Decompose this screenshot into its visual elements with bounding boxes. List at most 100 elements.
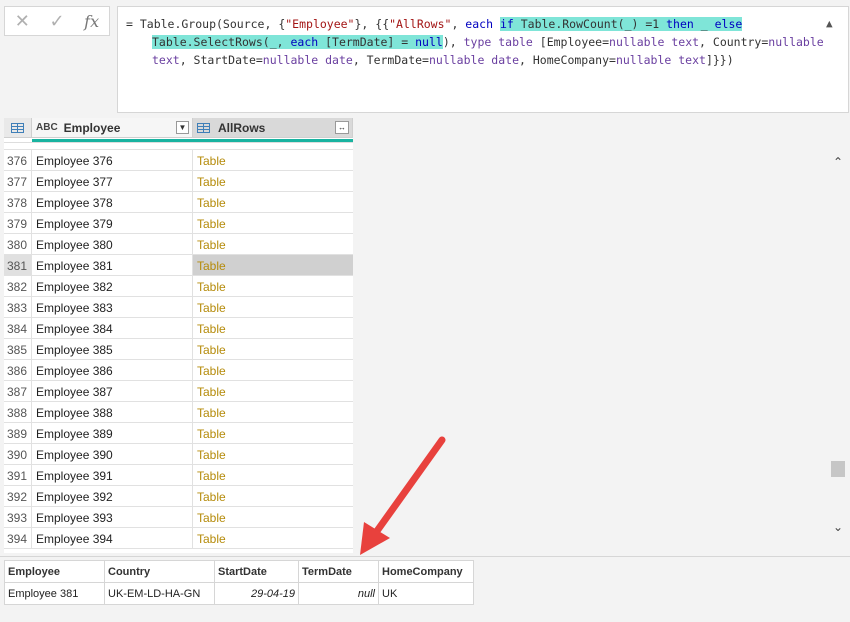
scroll-up-icon[interactable]: ⌃ — [829, 155, 847, 171]
allrows-table-link[interactable]: Table — [193, 402, 353, 422]
table-row[interactable]: 378 Employee 378 Table — [4, 192, 353, 213]
employee-cell[interactable]: Employee 378 — [32, 192, 193, 212]
column-header-employee[interactable]: ABC Employee ▼ — [32, 118, 193, 137]
allrows-table-link[interactable]: Table — [193, 276, 353, 296]
vertical-scrollbar[interactable]: ⌃ ⌄ — [829, 150, 847, 540]
table-row[interactable]: 381 Employee 381 Table — [4, 255, 353, 276]
row-number[interactable]: 380 — [4, 234, 32, 254]
allrows-table-link[interactable]: Table — [193, 150, 353, 170]
code-type: nullable date — [428, 53, 519, 67]
formula-bar[interactable]: = Table.Group(Source, {"Employee"}, {{"A… — [117, 6, 849, 113]
table-row[interactable]: 392 Employee 392 Table — [4, 486, 353, 507]
row-number[interactable]: 392 — [4, 486, 32, 506]
row-number[interactable]: 394 — [4, 528, 32, 548]
allrows-table-link[interactable]: Table — [193, 423, 353, 443]
employee-cell[interactable]: Employee 394 — [32, 528, 193, 548]
allrows-table-link[interactable]: Table — [193, 444, 353, 464]
table-row[interactable]: 394 Employee 394 Table — [4, 528, 353, 549]
table-row[interactable]: 382 Employee 382 Table — [4, 276, 353, 297]
employee-cell[interactable]: Employee 392 — [32, 486, 193, 506]
allrows-table-link[interactable]: Table — [193, 213, 353, 233]
code-token: , TermDate= — [352, 53, 429, 67]
allrows-table-link[interactable]: Table — [193, 234, 353, 254]
row-number[interactable]: 384 — [4, 318, 32, 338]
row-number[interactable]: 387 — [4, 381, 32, 401]
table-row[interactable]: 383 Employee 383 Table — [4, 297, 353, 318]
table-row[interactable]: 387 Employee 387 Table — [4, 381, 353, 402]
allrows-table-link[interactable]: Table — [193, 339, 353, 359]
code-type: nullable text — [609, 35, 700, 49]
filter-dropdown-icon[interactable]: ▼ — [176, 121, 189, 134]
allrows-table-link[interactable]: Table — [193, 507, 353, 527]
code-token: ]}}) — [705, 53, 734, 67]
employee-cell[interactable]: Employee 381 — [32, 255, 193, 275]
row-number[interactable]: 390 — [4, 444, 32, 464]
code-type: nullable text — [615, 53, 706, 67]
row-number[interactable]: 378 — [4, 192, 32, 212]
employee-cell[interactable]: Employee 387 — [32, 381, 193, 401]
table-row[interactable]: 385 Employee 385 Table — [4, 339, 353, 360]
table-menu-icon[interactable] — [4, 118, 32, 137]
employee-cell[interactable]: Employee 386 — [32, 360, 193, 380]
allrows-table-link[interactable]: Table — [193, 528, 353, 548]
employee-cell[interactable]: Employee 379 — [32, 213, 193, 233]
table-row[interactable]: 389 Employee 389 Table — [4, 423, 353, 444]
table-row[interactable]: 384 Employee 384 Table — [4, 318, 353, 339]
employee-cell[interactable]: Employee 389 — [32, 423, 193, 443]
text-type-icon[interactable]: ABC — [36, 122, 58, 133]
row-number[interactable]: 389 — [4, 423, 32, 443]
table-row[interactable]: 376 Employee 376 Table — [4, 150, 353, 171]
allrows-table-link[interactable]: Table — [193, 465, 353, 485]
code-token: = Table.Group(Source, { — [126, 17, 286, 31]
employee-cell[interactable]: Employee 384 — [32, 318, 193, 338]
row-number[interactable]: 376 — [4, 150, 32, 170]
allrows-table-link[interactable]: Table — [193, 381, 353, 401]
allrows-table-link[interactable]: Table — [193, 171, 353, 191]
fx-icon[interactable]: fx — [77, 9, 107, 33]
row-number[interactable]: 391 — [4, 465, 32, 485]
employee-cell[interactable]: Employee 390 — [32, 444, 193, 464]
row-number[interactable]: 393 — [4, 507, 32, 527]
employee-cell[interactable]: Employee 391 — [32, 465, 193, 485]
employee-cell[interactable]: Employee 385 — [32, 339, 193, 359]
allrows-table-link[interactable]: Table — [193, 486, 353, 506]
code-token: Table.RowCount(_) =1 — [513, 17, 667, 31]
cancel-icon[interactable]: ✕ — [7, 9, 37, 33]
table-row[interactable]: 386 Employee 386 Table — [4, 360, 353, 381]
code-keyword: each — [290, 35, 319, 49]
row-number[interactable]: 386 — [4, 360, 32, 380]
row-number[interactable]: 388 — [4, 402, 32, 422]
table-row[interactable]: 391 Employee 391 Table — [4, 465, 353, 486]
employee-cell[interactable]: Employee 383 — [32, 297, 193, 317]
row-number[interactable]: 385 — [4, 339, 32, 359]
table-row[interactable]: 377 Employee 377 Table — [4, 171, 353, 192]
table-row[interactable]: 390 Employee 390 Table — [4, 444, 353, 465]
table-row[interactable]: 379 Employee 379 Table — [4, 213, 353, 234]
table-row[interactable]: 380 Employee 380 Table — [4, 234, 353, 255]
employee-cell[interactable]: Employee 377 — [32, 171, 193, 191]
employee-cell[interactable]: Employee 382 — [32, 276, 193, 296]
row-number[interactable]: 381 — [4, 255, 32, 275]
row-number[interactable]: 377 — [4, 171, 32, 191]
employee-cell[interactable]: Employee 388 — [32, 402, 193, 422]
row-number[interactable]: 379 — [4, 213, 32, 233]
allrows-table-link[interactable]: Table — [193, 297, 353, 317]
scroll-down-icon[interactable]: ⌄ — [829, 520, 847, 536]
expand-column-icon[interactable]: ↔ — [335, 121, 349, 134]
allrows-table-link[interactable]: Table — [193, 192, 353, 212]
table-row[interactable]: 388 Employee 388 Table — [4, 402, 353, 423]
employee-cell[interactable]: Employee 380 — [32, 234, 193, 254]
chevron-up-icon[interactable]: ▲ — [826, 15, 840, 30]
employee-cell[interactable]: Employee 393 — [32, 507, 193, 527]
column-header-allrows[interactable]: AllRows ↔ — [193, 118, 353, 137]
commit-icon[interactable]: ✓ — [42, 9, 72, 33]
table-row[interactable]: 393 Employee 393 Table — [4, 507, 353, 528]
employee-cell[interactable]: Employee 376 — [32, 150, 193, 170]
row-number[interactable]: 382 — [4, 276, 32, 296]
allrows-table-link[interactable]: Table — [193, 255, 353, 275]
allrows-table-link[interactable]: Table — [193, 360, 353, 380]
scroll-thumb[interactable] — [831, 461, 845, 477]
allrows-table-link[interactable]: Table — [193, 318, 353, 338]
row-number[interactable]: 383 — [4, 297, 32, 317]
